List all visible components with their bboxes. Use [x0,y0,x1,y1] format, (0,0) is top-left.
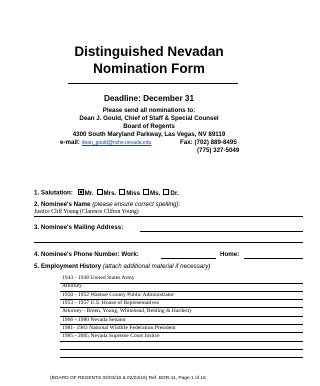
email-row: e-mail: dean_gould@nshe.nevada.edu [60,139,151,147]
employment-hint: (attach additional material if necessary… [102,263,211,270]
salutation-option-label: Mr. [84,189,94,197]
mailing-address-label: 3. Nominee's Mailing Address: [34,224,124,231]
title-divider [68,83,238,84]
phone-home-field[interactable] [244,258,303,259]
phone-home-label: Home: [220,251,240,258]
employment-entry[interactable]: Attorney - Breen, Young, Whitehead, Beld… [62,308,192,315]
recipient-address: 4300 South Maryland Parkway, Las Vegas, … [72,131,226,138]
employment-row: 5. Employment History (attach additional… [34,263,210,270]
nominee-name-underline [34,216,303,217]
recipient-org: Board of Regents [123,123,175,130]
salutation-row: 1. Salutation: Mr. Mrs. Miss Ms. Dr. [34,189,179,197]
form-title-line2: Nomination Form [93,61,205,76]
salutation-checkbox-4[interactable] [163,189,170,195]
nominee-name-row: 2. Nominee's Name (please ensure correct… [34,201,180,208]
employment-entry-underline [60,357,303,359]
employment-label: 5. Employment History [34,263,102,270]
form-title-line1: Distinguished Nevadan [74,44,224,59]
salutation-label: 1. Salutation: [34,189,73,197]
salutation-checkbox-2[interactable] [119,189,126,195]
nominee-name-field[interactable]: Justice Cliff Young (Clarence Clifton Yo… [34,209,139,216]
employment-entry[interactable]: 1950 - 1952 Washoe County Public Adminis… [62,292,174,299]
employment-entry-underline [60,340,303,342]
employment-entry-underline [60,348,303,350]
page-footer: (BOARD OF REGENTS 02/03/16 & 02/04/16) R… [50,376,206,381]
recipient-name: Dean J. Gould, Chief of Staff & Special … [79,115,219,122]
employment-entry[interactable]: Attorney [62,283,82,290]
nominee-name-label: 2. Nominee's Name [34,201,91,208]
phone-work-field[interactable] [161,258,216,259]
employment-entry[interactable]: 1966 - 1980 Nevada Senator [62,317,126,324]
salutation-option-label: Mrs. [103,189,117,197]
salutation-option-label: Dr. [170,189,179,197]
salutation-option-label: Miss [126,189,141,197]
email-label: e-mail: [60,139,80,146]
salutation-options: Mr. Mrs. Miss Ms. Dr. [75,189,179,197]
employment-entry[interactable]: 1981- 1983 National Wildlife Federation … [62,325,176,332]
email-link[interactable]: dean_gould@nshe.nevada.edu [82,140,152,146]
mailing-address-field-line2[interactable] [34,242,303,243]
employment-entry[interactable]: 1953 - 1957 U.S. House of Representative… [62,300,159,307]
employment-entry[interactable]: 1943 - 1948 United States Army [62,275,135,282]
mailing-address-field[interactable] [140,231,303,232]
nominee-name-hint: (please ensure correct spelling): [92,201,181,208]
fax-number: Fax: (702) 889-8495 [180,139,237,146]
phone-work-label: 4. Nominee's Phone Number: Work: [34,251,139,258]
salutation-option-label: Ms. [150,189,161,197]
phone-number: (775) 327-5049 [197,147,240,154]
salutation-checkbox-0[interactable] [77,189,84,195]
employment-entry[interactable]: 1985 - 2005 Nevada Supreme Court Justice [62,333,160,340]
deadline-label: Deadline: December 31 [103,94,195,103]
salutation-checkbox-3[interactable] [143,189,150,195]
send-to-text: Please send all nominations to: [102,107,196,114]
employment-entry-underline [60,282,303,284]
salutation-checkbox-1[interactable] [96,189,103,195]
